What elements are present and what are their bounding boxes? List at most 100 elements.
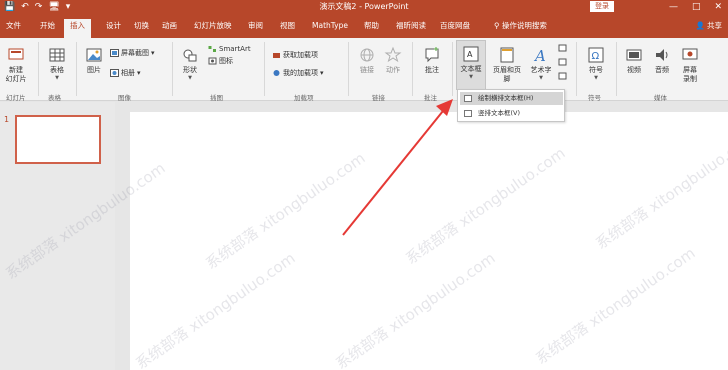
draw-horizontal-textbox-item[interactable]: 绘制横排文本框(H): [460, 92, 563, 105]
textbox-icon: A: [463, 46, 479, 62]
close-icon[interactable]: ✕: [714, 1, 722, 13]
chevron-down-icon: ▼: [188, 75, 192, 81]
tab-help[interactable]: 帮助: [364, 20, 379, 32]
table-icon: [49, 48, 65, 62]
group-separator: [348, 42, 349, 96]
window-title: 演示文稿2 - PowerPoint: [319, 2, 409, 11]
slide-thumbnail[interactable]: [15, 115, 101, 164]
screen-recording-button[interactable]: 屏幕 录制: [678, 46, 702, 84]
group-separator: [76, 42, 77, 96]
video-button[interactable]: 视频: [622, 46, 646, 75]
screenshot-icon: [110, 49, 119, 57]
tab-slideshow[interactable]: 幻灯片放映: [194, 20, 232, 32]
addins-icon: [273, 70, 280, 76]
textbox-button[interactable]: A 文本框 ▼: [456, 40, 486, 90]
screenshot-button[interactable]: 屏幕截图 ▾: [110, 48, 155, 58]
share-button[interactable]: 👤 共享: [696, 20, 722, 32]
minimize-icon[interactable]: —: [669, 1, 678, 13]
wordart-icon: A: [533, 47, 546, 64]
slide-canvas[interactable]: [130, 112, 728, 370]
group-label-table: 表格: [48, 94, 61, 102]
pictures-button[interactable]: 图片: [82, 46, 106, 75]
tab-review[interactable]: 审阅: [248, 20, 263, 32]
video-icon: [626, 49, 642, 61]
shapes-label: 形状: [183, 66, 197, 74]
smartart-icon: [208, 46, 216, 52]
svg-text:Ω: Ω: [592, 51, 600, 62]
slide-number: 1: [4, 115, 10, 124]
link-label: 链接: [360, 66, 374, 74]
header-footer-label: 页眉和页脚: [493, 66, 521, 83]
wordart-button[interactable]: A 艺术字 ▼: [528, 46, 554, 81]
my-addins-button[interactable]: 我的加载项 ▾: [272, 68, 324, 78]
group-label-symbols: 符号: [588, 94, 601, 102]
picture-icon: [86, 48, 102, 62]
shapes-icon: [183, 49, 197, 62]
header-footer-button[interactable]: 页眉和页脚: [490, 46, 524, 84]
tab-insert[interactable]: 插入: [64, 19, 91, 38]
tab-mathtype[interactable]: MathType: [312, 20, 348, 32]
tab-file[interactable]: 文件: [6, 20, 21, 32]
chevron-down-icon: ▾: [137, 69, 141, 77]
icons-label: 图标: [219, 57, 233, 65]
textbox-label: 文本框: [460, 65, 482, 73]
screen-record-icon: [682, 48, 698, 60]
group-separator: [264, 42, 265, 96]
maximize-icon[interactable]: □: [692, 1, 701, 13]
link-button[interactable]: 链接: [356, 46, 378, 75]
tell-me-search[interactable]: ⚲ 操作说明搜索: [494, 20, 547, 32]
tell-me-label: 操作说明搜索: [501, 21, 547, 30]
comment-button[interactable]: 批注: [420, 46, 444, 75]
tab-animations[interactable]: 动画: [162, 20, 177, 32]
date-time-button[interactable]: [558, 44, 567, 52]
photo-album-button[interactable]: 相册 ▾: [110, 68, 141, 78]
icons-icon: [208, 57, 217, 65]
object-button[interactable]: [558, 72, 567, 80]
audio-button[interactable]: 音频: [650, 46, 674, 75]
new-slide-icon: [8, 48, 24, 60]
symbol-button[interactable]: Ω 符号 ▼: [584, 46, 608, 81]
comment-icon: [425, 47, 439, 63]
group-separator: [616, 42, 617, 96]
tab-design[interactable]: 设计: [106, 20, 121, 32]
smartart-button[interactable]: SmartArt: [208, 44, 251, 54]
person-icon: 👤: [695, 21, 705, 30]
window-controls: — □ ✕: [669, 1, 722, 13]
vertical-textbox-item[interactable]: 竖排文本框(V): [460, 107, 563, 120]
table-label: 表格: [50, 66, 64, 74]
new-slide-label: 新建 幻灯片: [5, 66, 27, 83]
ribbon-tab-bar: 文件 开始 插入 设计 切换 动画 幻灯片放映 审阅 视图 MathType 帮…: [0, 14, 728, 38]
tab-home[interactable]: 开始: [40, 20, 55, 32]
chevron-down-icon: ▼: [55, 75, 59, 81]
new-slide-button[interactable]: 新建 幻灯片: [4, 46, 28, 84]
smartart-label: SmartArt: [219, 45, 251, 53]
group-label-images: 图像: [118, 94, 131, 102]
action-button[interactable]: 动作: [382, 46, 404, 75]
chevron-down-icon: ▼: [539, 75, 543, 81]
tab-view[interactable]: 视图: [280, 20, 295, 32]
store-icon: [273, 53, 280, 58]
get-addins-button[interactable]: 获取加载项: [272, 50, 318, 60]
table-button[interactable]: 表格 ▼: [44, 46, 70, 81]
chevron-down-icon: ▼: [469, 74, 473, 80]
slide-thumbnail-pane: 1: [0, 102, 115, 370]
pictures-label: 图片: [87, 66, 101, 74]
tab-transitions[interactable]: 切换: [134, 20, 149, 32]
hash-icon: [558, 58, 567, 66]
comment-label: 批注: [425, 66, 439, 74]
title-bar: 💾 ↶ ↷ 🖥 ▾ 演示文稿2 - PowerPoint 登录 — □ ✕: [0, 0, 728, 14]
chevron-down-icon: ▾: [320, 69, 324, 77]
login-button[interactable]: 登录: [590, 1, 614, 12]
icons-button[interactable]: 图标: [208, 56, 233, 66]
slide-number-button[interactable]: [558, 58, 567, 66]
my-addins-label: 我的加载项: [283, 69, 318, 77]
ribbon-insert: 新建 幻灯片 幻灯片 表格 ▼ 表格 图片 屏幕截图 ▾ 相册 ▾ 图像 形状 …: [0, 38, 728, 102]
group-separator: [576, 42, 577, 96]
group-separator: [38, 42, 39, 96]
group-label-illustrations: 插图: [210, 94, 223, 102]
slide-editing-area: [115, 102, 728, 370]
shapes-button[interactable]: 形状 ▼: [178, 46, 202, 81]
audio-label: 音频: [655, 66, 669, 74]
tab-foxit[interactable]: 福昕阅读: [396, 20, 426, 32]
tab-baidu-netdisk[interactable]: 百度网盘: [440, 20, 470, 32]
